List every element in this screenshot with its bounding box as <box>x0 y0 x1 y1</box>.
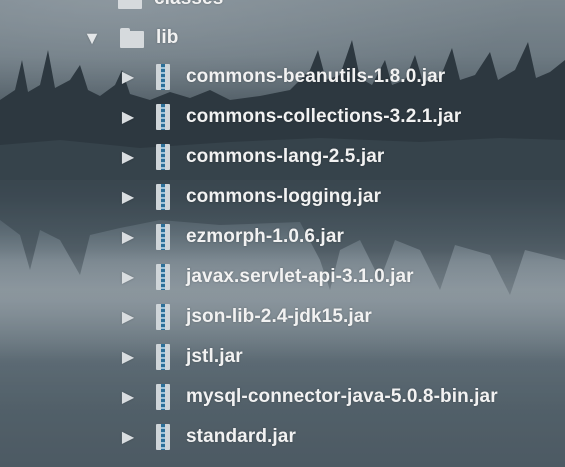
project-tree: classes ▼ lib ▶ commons-beanutils-1.8.0.… <box>0 0 565 467</box>
jar-icon <box>156 264 170 290</box>
tree-row-jar[interactable]: ▶ mysql-connector-java-5.0.8-bin.jar <box>118 379 498 415</box>
tree-row-jar[interactable]: ▶ commons-lang-2.5.jar <box>118 139 384 175</box>
folder-icon <box>118 0 142 9</box>
jar-icon <box>156 224 170 250</box>
tree-item-label: mysql-connector-java-5.0.8-bin.jar <box>186 386 498 407</box>
tree-item-label: lib <box>156 27 179 48</box>
tree-row-classes[interactable]: classes <box>118 0 223 17</box>
jar-icon <box>156 384 170 410</box>
tree-item-label: json-lib-2.4-jdk15.jar <box>186 306 372 327</box>
chevron-right-icon[interactable]: ▶ <box>118 187 138 207</box>
tree-row-lib[interactable]: ▼ lib <box>82 20 178 56</box>
tree-row-jar[interactable]: ▶ standard.jar <box>118 419 296 455</box>
tree-item-label: jstl.jar <box>186 346 243 367</box>
jar-icon <box>156 64 170 90</box>
chevron-right-icon[interactable]: ▶ <box>118 427 138 447</box>
chevron-right-icon[interactable]: ▶ <box>118 107 138 127</box>
tree-row-jar[interactable]: ▶ ezmorph-1.0.6.jar <box>118 219 344 255</box>
chevron-right-icon[interactable]: ▶ <box>118 147 138 167</box>
tree-row-jar[interactable]: ▶ commons-beanutils-1.8.0.jar <box>118 59 445 95</box>
tree-item-label: commons-beanutils-1.8.0.jar <box>186 66 446 87</box>
chevron-right-icon[interactable]: ▶ <box>118 387 138 407</box>
tree-row-jar[interactable]: ▶ javax.servlet-api-3.1.0.jar <box>118 259 414 295</box>
jar-icon <box>156 184 170 210</box>
tree-item-label: javax.servlet-api-3.1.0.jar <box>186 266 414 287</box>
jar-icon <box>156 344 170 370</box>
tree-item-label: classes <box>154 0 223 10</box>
tree-item-label: commons-lang-2.5.jar <box>186 146 385 167</box>
tree-row-jar[interactable]: ▶ commons-collections-3.2.1.jar <box>118 99 461 135</box>
tree-item-label: commons-logging.jar <box>186 186 382 207</box>
jar-icon <box>156 304 170 330</box>
tree-item-label: standard.jar <box>186 426 296 447</box>
tree-item-label: ezmorph-1.0.6.jar <box>186 226 344 247</box>
chevron-down-icon[interactable]: ▼ <box>82 28 102 48</box>
tree-row-jar[interactable]: ▶ jstl.jar <box>118 339 243 375</box>
chevron-right-icon[interactable]: ▶ <box>118 347 138 367</box>
jar-icon <box>156 144 170 170</box>
folder-icon <box>120 28 144 48</box>
chevron-right-icon[interactable]: ▶ <box>118 267 138 287</box>
chevron-right-icon[interactable]: ▶ <box>118 227 138 247</box>
jar-icon <box>156 424 170 450</box>
chevron-right-icon[interactable]: ▶ <box>118 307 138 327</box>
tree-row-jar[interactable]: ▶ json-lib-2.4-jdk15.jar <box>118 299 372 335</box>
chevron-right-icon[interactable]: ▶ <box>118 67 138 87</box>
jar-icon <box>156 104 170 130</box>
tree-row-jar[interactable]: ▶ commons-logging.jar <box>118 179 381 215</box>
tree-item-label: commons-collections-3.2.1.jar <box>186 106 462 127</box>
